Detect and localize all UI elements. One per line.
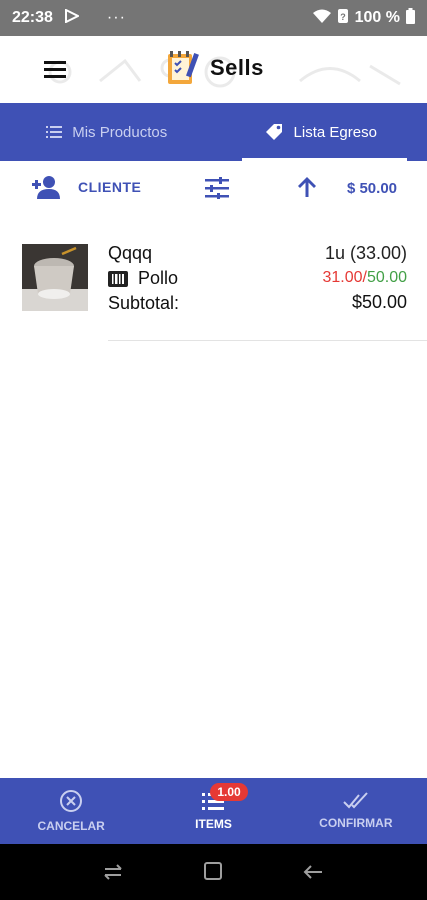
tab-mis-productos[interactable]: Mis Productos xyxy=(0,103,214,161)
app-title-group: Sells xyxy=(166,50,264,86)
battery-icon xyxy=(406,7,415,29)
signal-icon: ? xyxy=(337,8,349,29)
category-label: Pollo xyxy=(138,268,179,288)
sort-up-button[interactable] xyxy=(296,175,318,204)
battery-text: 100 % xyxy=(354,9,400,26)
wifi-icon xyxy=(312,9,331,28)
home-square-icon xyxy=(204,862,222,880)
list-icon xyxy=(46,126,63,138)
list-item[interactable]: Qqqq 1u (33.00) Pollo 31.00/50.00 Subtot… xyxy=(0,235,427,342)
svg-text:?: ? xyxy=(340,12,346,22)
total-amount: $ 50.00 xyxy=(346,180,397,197)
product-name: Qqqq xyxy=(108,243,153,263)
tab-label: Mis Productos xyxy=(72,123,168,141)
page-title: Sells xyxy=(210,55,264,80)
product-prices: 31.00/50.00 xyxy=(322,269,407,287)
tab-label: Lista Egreso xyxy=(293,123,377,141)
action-toolbar: CLIENTE $ 50.00 xyxy=(0,161,427,217)
product-category: Pollo xyxy=(108,268,178,289)
confirm-button[interactable]: CONFIRMAR xyxy=(285,778,427,844)
confirm-label: CONFIRMAR xyxy=(319,816,393,830)
cancel-circle-icon xyxy=(60,790,83,812)
recent-apps-icon xyxy=(104,864,122,880)
cliente-label: CLIENTE xyxy=(78,179,142,195)
home-button[interactable] xyxy=(203,861,223,886)
app-bar: Sells xyxy=(0,36,427,102)
add-person-icon xyxy=(32,176,60,199)
barcode-icon xyxy=(108,270,128,287)
back-arrow-icon xyxy=(303,865,322,879)
tag-icon xyxy=(265,124,282,140)
cancel-button[interactable]: CANCELAR xyxy=(0,778,142,844)
notebook-pencil-icon xyxy=(168,51,199,84)
subtotal-label: Subtotal: xyxy=(108,293,180,313)
subtotal-value: $50.00 xyxy=(351,292,407,312)
status-overflow: ··· xyxy=(106,9,126,26)
system-navigation-bar xyxy=(0,844,427,900)
items-label: ITEMS xyxy=(195,817,232,831)
arrow-up-icon xyxy=(298,177,316,197)
bottom-navigation: CANCELAR ITEMS 1.00 CONFIRMAR xyxy=(0,778,427,844)
sliders-icon xyxy=(205,177,229,199)
status-time: 22:38 xyxy=(12,9,53,26)
cliente-button[interactable]: CLIENTE xyxy=(32,175,141,199)
menu-button[interactable] xyxy=(40,54,70,84)
cost-price: 31.00 xyxy=(322,269,363,286)
hamburger-menu-icon xyxy=(44,61,66,78)
double-check-icon xyxy=(343,792,368,809)
tab-bar: Mis Productos Lista Egreso xyxy=(0,103,427,161)
divider xyxy=(108,340,427,341)
status-bar: 22:38 ··· ? 100 % xyxy=(0,0,427,36)
cancel-label: CANCELAR xyxy=(37,819,105,833)
product-image xyxy=(22,244,88,311)
items-count-badge: 1.00 xyxy=(210,783,248,801)
items-button[interactable]: ITEMS 1.00 xyxy=(142,778,284,844)
product-quantity: 1u (33.00) xyxy=(324,243,407,263)
filter-button[interactable] xyxy=(205,177,229,204)
sale-price: 50.00 xyxy=(366,269,407,286)
recents-button[interactable] xyxy=(102,861,124,888)
back-button[interactable] xyxy=(302,861,324,888)
tab-lista-egreso[interactable]: Lista Egreso xyxy=(214,103,427,161)
play-store-icon xyxy=(64,7,81,28)
